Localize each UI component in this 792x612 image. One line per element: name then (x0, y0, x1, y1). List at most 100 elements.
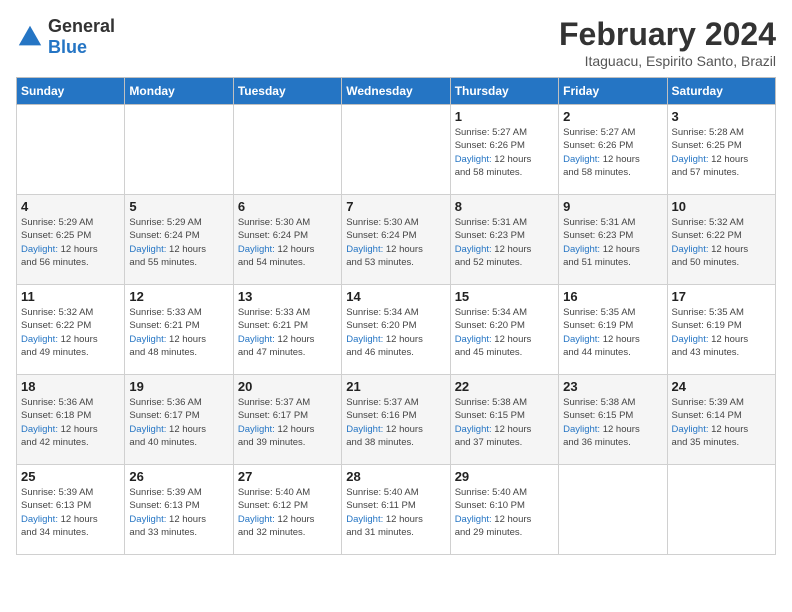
daylight-hours: Daylight: 12 hours (21, 244, 98, 255)
daylight-hours: Daylight: 12 hours (563, 334, 640, 345)
calendar-table: Sunday Monday Tuesday Wednesday Thursday… (16, 77, 776, 555)
col-monday: Monday (125, 78, 233, 105)
calendar-cell: 26Sunrise: 5:39 AMSunset: 6:13 PMDayligh… (125, 465, 233, 555)
calendar-cell: 8 Sunrise: 5:31 AMSunset: 6:23 PMDaylight… (450, 195, 558, 285)
calendar-cell: 3Sunrise: 5:28 AMSunset: 6:25 PMDaylight… (667, 105, 775, 195)
daylight-hours: Daylight: 12 hours (346, 244, 423, 255)
day-info: Sunrise: 5:30 AMSunset: 6:24 PMDaylight:… (238, 216, 337, 269)
daylight-hours: Daylight: 12 hours (672, 334, 749, 345)
calendar-cell: 10Sunrise: 5:32 AMSunset: 6:22 PMDayligh… (667, 195, 775, 285)
col-wednesday: Wednesday (342, 78, 450, 105)
calendar-cell: 18Sunrise: 5:36 AMSunset: 6:18 PMDayligh… (17, 375, 125, 465)
logo-general: General (48, 16, 115, 36)
day-number: 9 (563, 199, 662, 214)
calendar-title: February 2024 (559, 16, 776, 53)
col-tuesday: Tuesday (233, 78, 341, 105)
daylight-hours: Daylight: 12 hours (21, 334, 98, 345)
calendar-cell (125, 105, 233, 195)
day-number: 29 (455, 469, 554, 484)
day-number: 14 (346, 289, 445, 304)
day-number: 19 (129, 379, 228, 394)
daylight-hours: Daylight: 12 hours (238, 334, 315, 345)
calendar-cell: 6 Sunrise: 5:30 AMSunset: 6:24 PMDaylight… (233, 195, 341, 285)
day-info: Sunrise: 5:29 AMSunset: 6:24 PMDaylight:… (129, 216, 228, 269)
calendar-cell: 13Sunrise: 5:33 AMSunset: 6:21 PMDayligh… (233, 285, 341, 375)
calendar-cell: 29 Sunrise: 5:40 AMSunset: 6:10 PMDayligh… (450, 465, 558, 555)
col-friday: Friday (559, 78, 667, 105)
calendar-cell: 28Sunrise: 5:40 AMSunset: 6:11 PMDayligh… (342, 465, 450, 555)
daylight-hours: Daylight: 12 hours (346, 334, 423, 345)
logo-blue: Blue (48, 37, 87, 57)
day-number: 17 (672, 289, 771, 304)
week-row-3: 11Sunrise: 5:32 AMSunset: 6:22 PMDayligh… (17, 285, 776, 375)
week-row-1: 1Sunrise: 5:27 AMSunset: 6:26 PMDaylight… (17, 105, 776, 195)
day-info: Sunrise: 5:29 AMSunset: 6:25 PMDaylight:… (21, 216, 120, 269)
daylight-hours: Daylight: 12 hours (238, 244, 315, 255)
day-info: Sunrise: 5:27 AMSunset: 6:26 PMDaylight:… (455, 126, 554, 179)
daylight-hours: Daylight: 12 hours (21, 514, 98, 525)
day-number: 26 (129, 469, 228, 484)
day-info: Sunrise: 5:33 AMSunset: 6:21 PMDaylight:… (238, 306, 337, 359)
day-number: 23 (563, 379, 662, 394)
day-number: 5 (129, 199, 228, 214)
daylight-hours: Daylight: 12 hours (455, 244, 532, 255)
day-info: Sunrise: 5:39 AMSunset: 6:13 PMDaylight:… (21, 486, 120, 539)
calendar-cell (233, 105, 341, 195)
calendar-cell: 16Sunrise: 5:35 AMSunset: 6:19 PMDayligh… (559, 285, 667, 375)
day-info: Sunrise: 5:40 AMSunset: 6:11 PMDaylight:… (346, 486, 445, 539)
day-info: Sunrise: 5:34 AMSunset: 6:20 PMDaylight:… (455, 306, 554, 359)
day-number: 6 (238, 199, 337, 214)
daylight-hours: Daylight: 12 hours (129, 334, 206, 345)
daylight-hours: Daylight: 12 hours (455, 424, 532, 435)
title-block: February 2024 Itaguacu, Espirito Santo, … (559, 16, 776, 69)
day-number: 25 (21, 469, 120, 484)
daylight-hours: Daylight: 12 hours (563, 424, 640, 435)
col-saturday: Saturday (667, 78, 775, 105)
daylight-hours: Daylight: 12 hours (129, 514, 206, 525)
day-info: Sunrise: 5:37 AMSunset: 6:16 PMDaylight:… (346, 396, 445, 449)
calendar-cell (342, 105, 450, 195)
daylight-hours: Daylight: 12 hours (455, 154, 532, 165)
calendar-cell: 21Sunrise: 5:37 AMSunset: 6:16 PMDayligh… (342, 375, 450, 465)
day-number: 3 (672, 109, 771, 124)
day-number: 8 (455, 199, 554, 214)
day-number: 22 (455, 379, 554, 394)
calendar-cell: 17Sunrise: 5:35 AMSunset: 6:19 PMDayligh… (667, 285, 775, 375)
daylight-hours: Daylight: 12 hours (672, 154, 749, 165)
calendar-cell: 11Sunrise: 5:32 AMSunset: 6:22 PMDayligh… (17, 285, 125, 375)
daylight-hours: Daylight: 12 hours (129, 244, 206, 255)
daylight-hours: Daylight: 12 hours (563, 154, 640, 165)
calendar-cell: 12Sunrise: 5:33 AMSunset: 6:21 PMDayligh… (125, 285, 233, 375)
day-number: 16 (563, 289, 662, 304)
daylight-hours: Daylight: 12 hours (563, 244, 640, 255)
calendar-cell: 19Sunrise: 5:36 AMSunset: 6:17 PMDayligh… (125, 375, 233, 465)
calendar-body: 1Sunrise: 5:27 AMSunset: 6:26 PMDaylight… (17, 105, 776, 555)
week-row-4: 18Sunrise: 5:36 AMSunset: 6:18 PMDayligh… (17, 375, 776, 465)
calendar-cell (667, 465, 775, 555)
logo-icon (16, 23, 44, 51)
day-number: 11 (21, 289, 120, 304)
calendar-cell (559, 465, 667, 555)
week-row-2: 4Sunrise: 5:29 AMSunset: 6:25 PMDaylight… (17, 195, 776, 285)
calendar-cell: 23Sunrise: 5:38 AMSunset: 6:15 PMDayligh… (559, 375, 667, 465)
day-number: 12 (129, 289, 228, 304)
calendar-cell: 22Sunrise: 5:38 AMSunset: 6:15 PMDayligh… (450, 375, 558, 465)
day-number: 20 (238, 379, 337, 394)
col-thursday: Thursday (450, 78, 558, 105)
day-number: 27 (238, 469, 337, 484)
calendar-cell: 25 Sunrise: 5:39 AMSunset: 6:13 PMDayligh… (17, 465, 125, 555)
calendar-cell: 15Sunrise: 5:34 AMSunset: 6:20 PMDayligh… (450, 285, 558, 375)
daylight-hours: Daylight: 12 hours (21, 424, 98, 435)
day-number: 7 (346, 199, 445, 214)
day-number: 18 (21, 379, 120, 394)
day-info: Sunrise: 5:31 AMSunset: 6:23 PMDaylight:… (455, 216, 554, 269)
daylight-hours: Daylight: 12 hours (346, 514, 423, 525)
day-number: 2 (563, 109, 662, 124)
daylight-hours: Daylight: 12 hours (129, 424, 206, 435)
day-info: Sunrise: 5:40 AMSunset: 6:10 PMDaylight:… (455, 486, 554, 539)
calendar-cell: 14Sunrise: 5:34 AMSunset: 6:20 PMDayligh… (342, 285, 450, 375)
daylight-hours: Daylight: 12 hours (346, 424, 423, 435)
daylight-hours: Daylight: 12 hours (672, 424, 749, 435)
calendar-cell: 24Sunrise: 5:39 AMSunset: 6:14 PMDayligh… (667, 375, 775, 465)
col-sunday: Sunday (17, 78, 125, 105)
